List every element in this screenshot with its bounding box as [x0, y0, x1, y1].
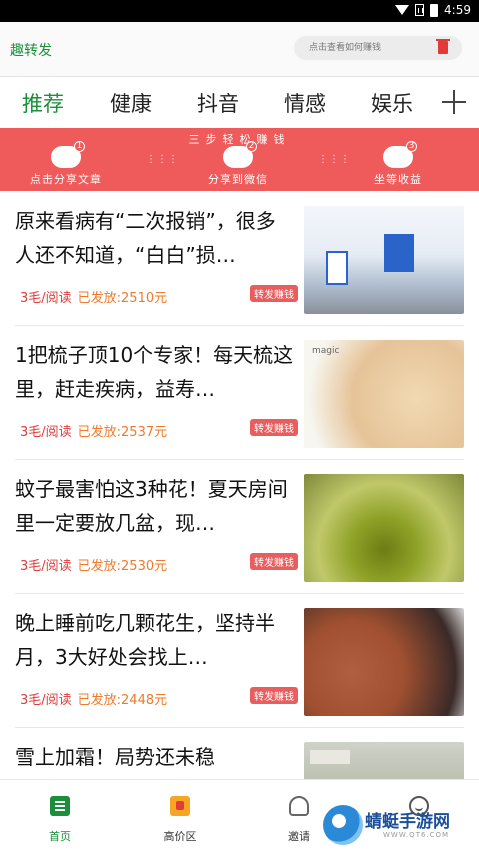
search-placeholder: 点击查看如何赚钱	[309, 43, 382, 53]
watermark: 蜻蜓手游网 WWW.QT6.COM	[323, 803, 473, 847]
top-bar: 趣转发 点击查看如何赚钱	[0, 22, 479, 77]
article-title: 蚊子最害怕这3种花！夏天房间里一定要放几盆，现…	[15, 477, 288, 535]
nav-home[interactable]: 首页	[20, 796, 100, 844]
trash-icon[interactable]	[436, 39, 450, 54]
wechat-share-icon: 2	[223, 141, 257, 168]
category-tabs: 推荐 健康 抖音 情感 娱乐	[0, 78, 479, 128]
article-item[interactable]: 1把梳子顶10个专家！每天梳这里，赶走疾病，益寿… 3毛/阅读 已发放:2537元…	[0, 326, 479, 460]
article-thumbnail	[304, 474, 464, 582]
article-thumbnail	[304, 340, 464, 448]
dragonfly-logo-icon	[323, 805, 363, 845]
sim-icon	[415, 4, 425, 16]
bottom-nav: 首页 高价区 邀请 蜻蜓手游网 WWW.QT6.COM	[0, 779, 479, 851]
share-article-icon: 1	[51, 141, 85, 168]
article-feed: 原来看病有“二次报销”，很多人还不知道，“白白”损… 3毛/阅读 已发放:2510…	[0, 192, 479, 779]
nav-high-price[interactable]: 高价区	[140, 796, 220, 844]
article-meta: 3毛/阅读 已发放:2537元	[20, 425, 168, 440]
article-meta: 3毛/阅读 已发放:2448元	[20, 693, 168, 708]
share-earn-button[interactable]: 转发赚钱	[250, 553, 298, 570]
article-title: 1把梳子顶10个专家！每天梳这里，赶走疾病，益寿…	[15, 343, 294, 401]
article-title: 雪上加霜！局势还未稳	[15, 745, 215, 769]
share-earn-button[interactable]: 转发赚钱	[250, 285, 298, 302]
share-earn-button[interactable]: 转发赚钱	[250, 687, 298, 704]
banner-step: 2 分享到微信	[208, 141, 268, 186]
step-separator: ⋮⋮⋮	[318, 154, 351, 165]
banner-step: 1 点击分享文章	[30, 141, 102, 186]
tab-douyin[interactable]: 抖音	[197, 88, 239, 118]
article-item[interactable]: 晚上睡前吃几颗花生，坚持半月，3大好处会找上… 3毛/阅读 已发放:2448元 转…	[0, 594, 479, 728]
add-tab-icon[interactable]	[442, 90, 466, 114]
article-meta: 3毛/阅读 已发放:2530元	[20, 559, 168, 574]
battery-icon	[430, 3, 439, 17]
status-time: 4:59	[444, 3, 471, 17]
tab-entertainment[interactable]: 娱乐	[371, 88, 413, 118]
article-item[interactable]: 原来看病有“二次报销”，很多人还不知道，“白白”损… 3毛/阅读 已发放:2510…	[0, 192, 479, 326]
article-meta: 3毛/阅读 已发放:2510元	[20, 291, 168, 306]
tab-health[interactable]: 健康	[110, 88, 152, 118]
article-item[interactable]: 雪上加霜！局势还未稳	[0, 728, 479, 779]
earn-banner[interactable]: 三步轻松赚钱 1 点击分享文章 ⋮⋮⋮ 2 分享到微信 ⋮⋮⋮ 3 坐等收益	[0, 128, 479, 191]
step-separator: ⋮⋮⋮	[146, 154, 179, 165]
article-title: 晚上睡前吃几颗花生，坚持半月，3大好处会找上…	[15, 611, 275, 669]
article-title: 原来看病有“二次报销”，很多人还不知道，“白白”损…	[15, 209, 276, 267]
gift-icon	[170, 796, 190, 816]
article-thumbnail	[304, 608, 464, 716]
tab-emotion[interactable]: 情感	[284, 88, 326, 118]
search-input[interactable]: 点击查看如何赚钱	[294, 36, 462, 60]
tab-recommend[interactable]: 推荐	[22, 88, 64, 118]
status-bar: 4:59	[0, 0, 479, 22]
share-earn-button[interactable]: 转发赚钱	[250, 419, 298, 436]
article-thumbnail	[304, 742, 464, 779]
wifi-icon	[395, 5, 410, 15]
home-icon	[50, 796, 70, 816]
coins-icon: 3	[383, 141, 417, 168]
banner-step: 3 坐等收益	[374, 141, 422, 186]
app-title: 趣转发	[10, 43, 52, 59]
user-icon	[289, 796, 309, 816]
article-item[interactable]: 蚊子最害怕这3种花！夏天房间里一定要放几盆，现… 3毛/阅读 已发放:2530元 …	[0, 460, 479, 594]
article-thumbnail	[304, 206, 464, 314]
